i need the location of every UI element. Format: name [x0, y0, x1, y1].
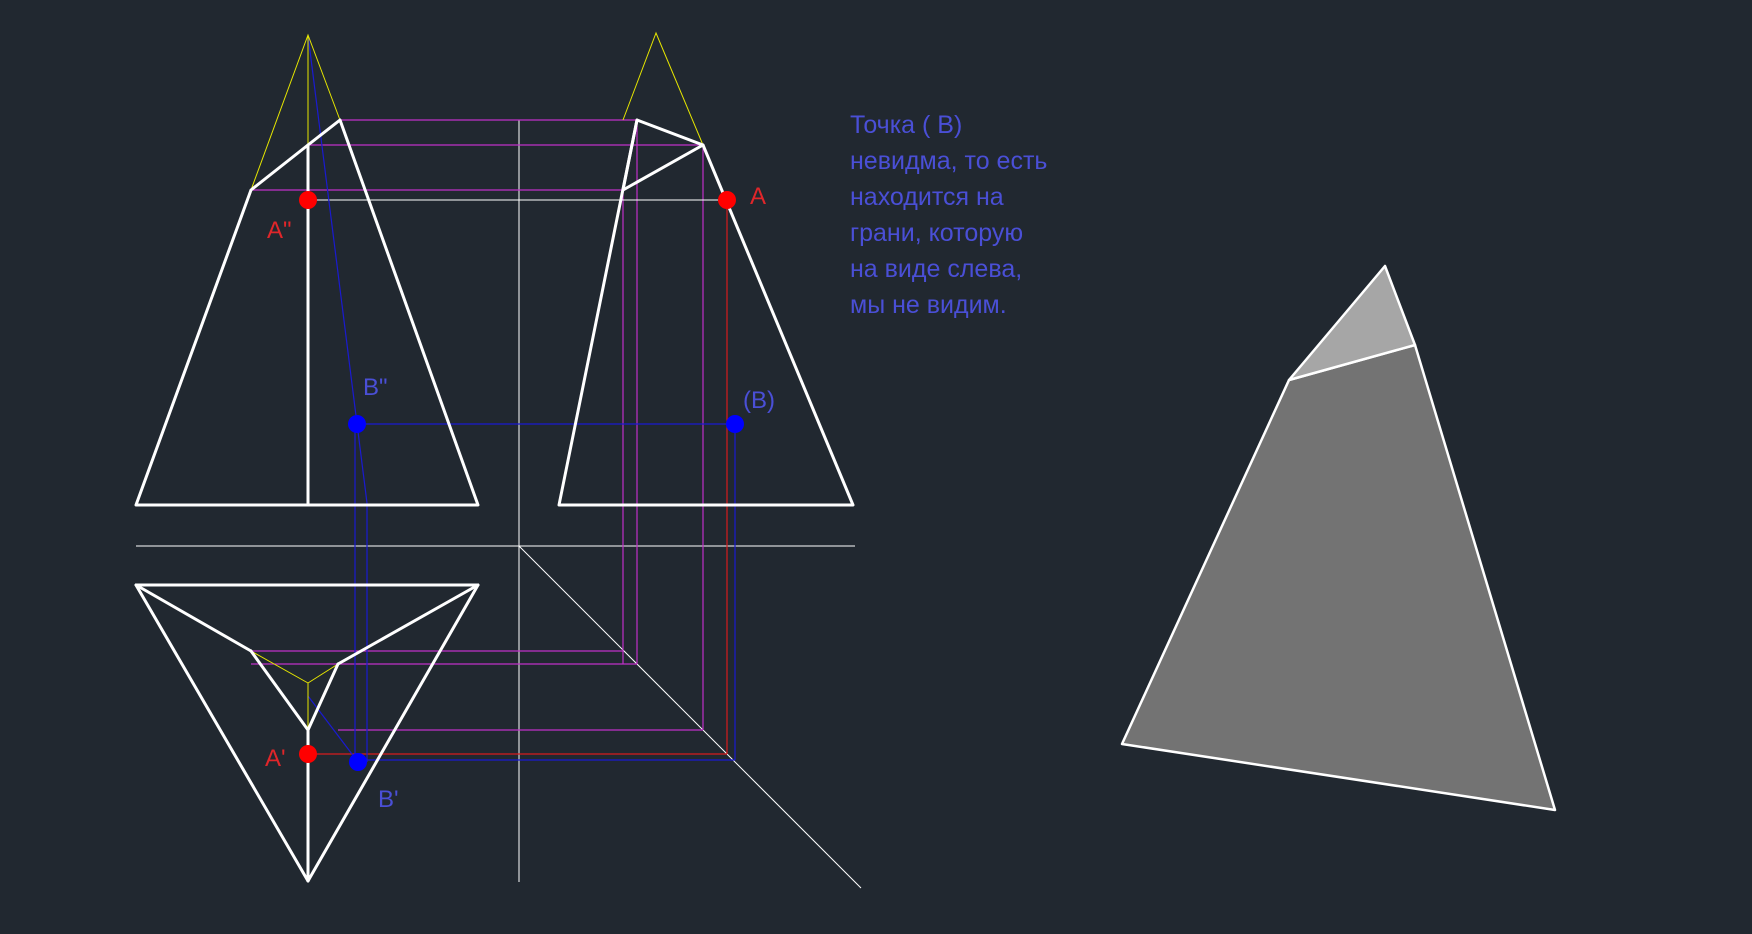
label-b-side: (B): [743, 387, 775, 414]
label-a-front: A": [267, 217, 292, 244]
point-b-front: [348, 415, 366, 433]
note-line-5: на виде слева,: [850, 255, 1022, 283]
note-line-1: Точка ( B): [850, 111, 962, 139]
point-b-top: [349, 753, 367, 771]
note-line-3: находится на: [850, 183, 1004, 211]
point-a-construction: [308, 200, 728, 755]
explanation-note: Точка ( B) невидма, то есть находится на…: [850, 111, 1047, 319]
note-line-4: грани, которую: [850, 219, 1023, 247]
diagonal-constant-line: [518, 545, 862, 889]
note-line-6: мы не видим.: [850, 291, 1007, 319]
label-a-side: A: [750, 183, 766, 210]
point-b-side: [726, 415, 744, 433]
top-view-pyramid: [134, 583, 480, 883]
point-a-front: [299, 191, 317, 209]
label-b-front: B": [363, 374, 388, 401]
point-a-side: [718, 191, 736, 209]
isometric-solid: [1120, 264, 1557, 812]
front-view-pyramid: [134, 118, 480, 507]
note-line-2: невидма, то есть: [850, 147, 1047, 175]
label-a-top: A': [265, 745, 286, 772]
point-a-top: [299, 745, 317, 763]
drawing-canvas: A" A A' B" (B) B' Точка ( B) невидма, то…: [134, 31, 1557, 889]
solid-front-face: [1120, 343, 1557, 812]
label-b-top: B': [378, 786, 399, 813]
side-view-pyramid: [557, 118, 855, 507]
magenta-projection-lines: [251, 119, 704, 731]
